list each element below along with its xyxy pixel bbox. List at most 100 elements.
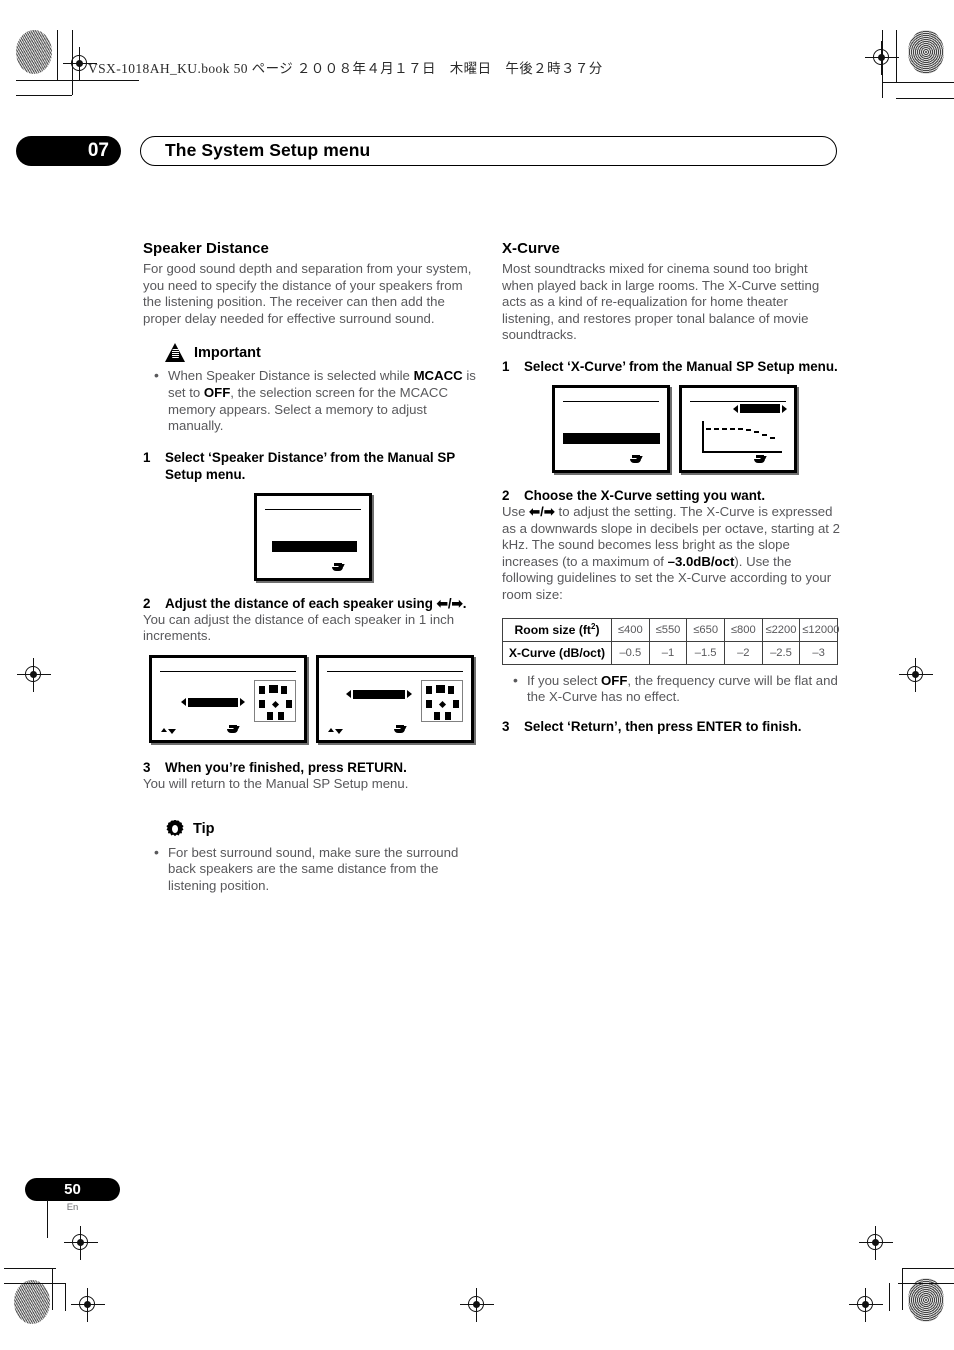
return-icon <box>394 724 407 735</box>
table-cell: –2 <box>723 640 763 665</box>
speaker-layout-panel <box>421 679 463 722</box>
x-curve-room-size-table: Room size (ft2) ≤400 ≤550 ≤650 ≤800 ≤220… <box>502 617 840 665</box>
down-caret-icon <box>335 728 343 734</box>
x-curve-plot <box>702 420 782 453</box>
step-number: 2 <box>502 487 510 503</box>
step-3-x-curve: 3 Select ‘Return’, then press ENTER to f… <box>502 718 842 735</box>
step-number: 3 <box>143 759 151 775</box>
section-title-x-curve: X-Curve <box>502 240 560 257</box>
halftone-patch-bottom-left <box>14 1280 50 1324</box>
osd-speaker-distance-b <box>316 654 474 743</box>
crop-mark-br-h <box>898 1283 954 1284</box>
step-1-x-curve: 1 Select ‘X-Curve’ from the Manual SP Se… <box>502 358 842 375</box>
registration-mark-bottom-right <box>859 1226 893 1260</box>
step-heading: Select ‘X-Curve’ from the Manual SP Setu… <box>524 358 838 374</box>
registration-mark-bottom-left-inner <box>71 1288 105 1322</box>
chapter-number-badge: 07 <box>16 136 121 166</box>
book-file-header: VSX-1018AH_KU.book 50 ページ ２００８年４月１７日 木曜日… <box>88 61 603 76</box>
step-2-speaker-distance: 2 Adjust the distance of each speaker us… <box>143 595 483 612</box>
registration-mark-top-right <box>865 41 899 75</box>
crop-mark-br-v <box>902 1268 903 1310</box>
section-title-speaker-distance: Speaker Distance <box>143 240 269 257</box>
table-cell: –0.5 <box>611 640 650 665</box>
table-cell: –1 <box>648 640 688 665</box>
return-icon <box>630 454 643 465</box>
left-caret-icon <box>733 404 738 413</box>
step-3-speaker-distance: 3 When you’re finished, press RETURN. <box>143 759 483 776</box>
tip-bullet-list: For best surround sound, make sure the s… <box>151 844 483 895</box>
right-caret-icon <box>782 404 787 413</box>
list-item: When Speaker Distance is selected while … <box>151 367 483 434</box>
osd-screens-step1 <box>143 492 483 581</box>
halftone-patch-bottom-right <box>908 1278 944 1322</box>
table-cell: ≤12000 <box>799 617 840 642</box>
crop-mark-bl-h <box>4 1283 66 1284</box>
registration-mark-bottom-center <box>460 1288 494 1322</box>
important-bullet-list: When Speaker Distance is selected while … <box>151 367 483 434</box>
left-caret-icon <box>181 697 186 706</box>
halftone-patch-top-left <box>16 30 52 74</box>
list-item: For best surround sound, make sure the s… <box>151 844 483 895</box>
page-title: The System Setup menu <box>165 140 371 160</box>
step-number: 1 <box>143 449 151 465</box>
left-column: Speaker Distance For good sound depth an… <box>143 240 483 896</box>
row-header-x-curve: X-Curve (dB/oct) <box>502 640 612 665</box>
table-cell: ≤550 <box>648 617 688 642</box>
table-cell: ≤650 <box>686 617 725 642</box>
page-number-badge: 50 <box>25 1178 120 1201</box>
speaker-distance-intro: For good sound depth and separation from… <box>143 261 472 326</box>
halftone-patch-top-right <box>908 30 944 74</box>
return-icon <box>332 562 345 573</box>
step-number: 2 <box>143 595 151 611</box>
table-cell: ≤800 <box>723 617 763 642</box>
crop-mark-tr-h <box>882 82 954 83</box>
crop-mark-tr-h2 <box>896 98 954 99</box>
crop-mark-br-v2 <box>889 1283 890 1311</box>
step-2-x-curve: 2 Choose the X-Curve setting you want. <box>502 487 842 504</box>
step-heading: Select ‘Speaker Distance’ from the Manua… <box>165 449 455 482</box>
table-cell: –3 <box>799 640 838 665</box>
right-column: X-Curve Most soundtracks mixed for cinem… <box>502 240 842 735</box>
step-number: 1 <box>502 358 510 374</box>
right-caret-icon <box>240 697 245 706</box>
osd-highlight-bar <box>272 540 357 552</box>
step-2-body: Use ⬅/➡ to adjust the setting. The X-Cur… <box>502 503 840 602</box>
footer-tick-mark <box>47 1200 48 1238</box>
crop-mark-bl-v <box>52 1268 53 1310</box>
important-label: Important <box>194 344 261 361</box>
step-2-body: You can adjust the distance of each spea… <box>143 611 455 644</box>
osd-xcurve-graph <box>679 384 797 473</box>
osd-value-bar <box>740 403 780 413</box>
up-caret-icon <box>161 727 167 732</box>
step-1-speaker-distance: 1 Select ‘Speaker Distance’ from the Man… <box>143 449 483 483</box>
down-caret-icon <box>168 728 176 734</box>
step-heading: Select ‘Return’, then press ENTER to fin… <box>524 718 802 734</box>
table-cell: –2.5 <box>761 640 801 665</box>
row-header-room-size: Room size (ft2) <box>502 617 612 642</box>
up-caret-icon <box>328 727 334 732</box>
speaker-layout-panel <box>254 679 296 722</box>
step-heading: Adjust the distance of each speaker usin… <box>165 595 467 611</box>
page-language-code: En <box>66 1202 79 1213</box>
table-row-room-size: Room size (ft2) ≤400 ≤550 ≤650 ≤800 ≤220… <box>502 617 840 642</box>
x-curve-intro: Most soundtracks mixed for cinema sound … <box>502 261 820 343</box>
crop-mark-bl-v2 <box>65 1283 66 1311</box>
registration-mark-bottom-right-inner <box>849 1288 883 1322</box>
x-curve-bullet-list: If you select OFF, the frequency curve w… <box>510 672 842 706</box>
osd-manual-sp-setup-menu <box>254 492 372 581</box>
crop-mark-tl-h2 <box>16 95 72 96</box>
osd-highlight-bar <box>563 432 660 444</box>
osd-screens-step2 <box>149 654 483 743</box>
crop-mark-tl-v <box>57 30 58 80</box>
manual-page: VSX-1018AH_KU.book 50 ページ ２００８年４月１７日 木曜日… <box>0 0 954 1350</box>
crop-mark-br-h2 <box>902 1268 954 1269</box>
osd-screens-x-curve <box>552 384 842 473</box>
osd-highlight-bar <box>188 697 238 707</box>
return-icon <box>227 724 240 735</box>
registration-mark-bottom-left <box>64 1226 98 1260</box>
osd-manual-sp-setup-menu-xcurve <box>552 384 670 473</box>
return-icon <box>754 454 767 465</box>
table-row-x-curve: X-Curve (dB/oct) –0.5 –1 –1.5 –2 –2.5 –3 <box>502 640 838 665</box>
step-heading: Choose the X-Curve setting you want. <box>524 487 766 503</box>
tip-label: Tip <box>193 820 215 837</box>
